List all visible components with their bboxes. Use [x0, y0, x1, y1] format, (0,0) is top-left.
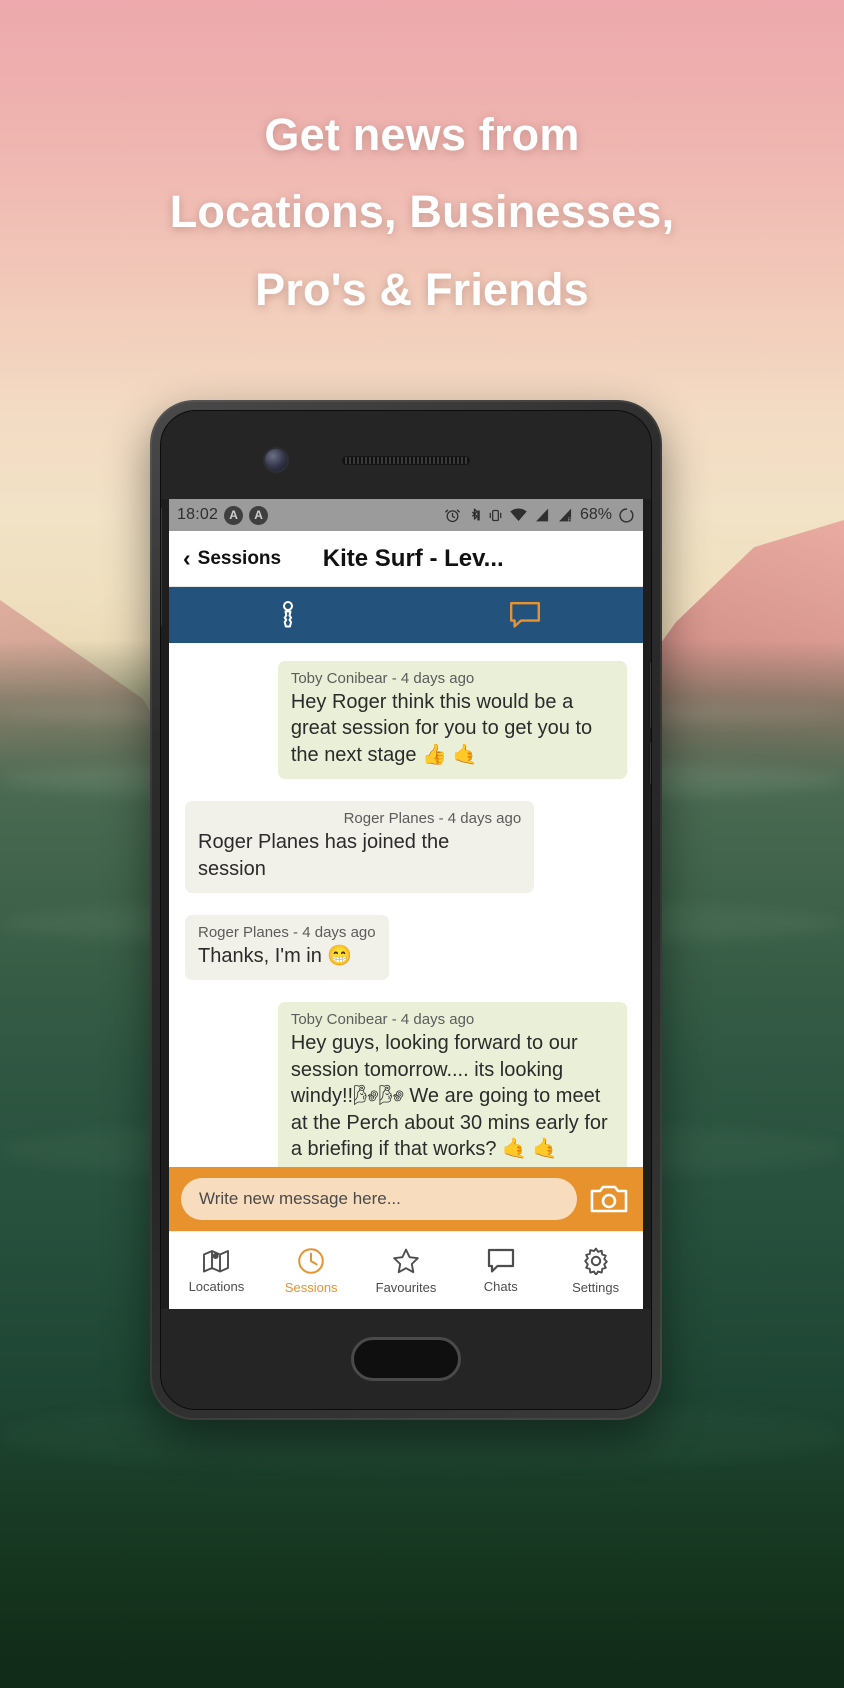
message-meta: Toby Conibear - 4 days ago [290, 670, 475, 687]
headline: Get news from Locations, Businesses, Pro… [0, 96, 844, 328]
signal-icon [536, 508, 549, 522]
tab-chat[interactable] [406, 587, 643, 643]
front-camera-icon [265, 449, 287, 471]
status-icons: R 68% [444, 506, 635, 524]
chat-message: Roger Planes - 4 days ago Thanks, I'm in… [185, 914, 627, 981]
message-bubble[interactable]: Roger Planes - 4 days ago Thanks, I'm in… [185, 914, 389, 981]
wifi-icon [510, 508, 527, 521]
back-button[interactable]: ‹ Sessions [169, 547, 281, 570]
volume-button[interactable] [650, 661, 651, 729]
headline-line-2: Locations, Businesses, [169, 186, 675, 238]
message-input[interactable]: Write new message here... [181, 1178, 577, 1220]
gear-icon [583, 1247, 608, 1275]
camera-icon [590, 1185, 628, 1213]
svg-text:R: R [568, 517, 572, 523]
headline-line-1: Get news from [264, 109, 580, 160]
message-bubble[interactable]: Toby Conibear - 4 days ago Hey guys, loo… [277, 1002, 627, 1167]
app-header: ‹ Sessions Kite Surf - Lev... [169, 531, 643, 587]
chat-message: Roger Planes - 4 days ago Roger Planes h… [185, 801, 627, 893]
message-input-placeholder: Write new message here... [199, 1189, 401, 1208]
section-tab-bar [169, 587, 643, 643]
status-time: 18:02 [177, 506, 219, 523]
message-meta: Toby Conibear - 4 days ago [290, 1011, 475, 1029]
phone-mockup: 18:02 A A R 68% ‹ Sessions Kite Surf - L… [150, 400, 662, 1420]
message-body: Hey Roger think this would be a great se… [290, 691, 593, 766]
message-body: Hey guys, looking forward to our session… [290, 1032, 608, 1160]
chat-bubble-icon [509, 602, 540, 628]
app-notification-badge: A [224, 505, 244, 525]
phone-body: 18:02 A A R 68% ‹ Sessions Kite Surf - L… [160, 410, 652, 1410]
tab-session-info[interactable] [169, 587, 406, 643]
bluetooth-icon [471, 507, 480, 520]
alarm-icon [445, 509, 460, 522]
chat-message-list[interactable]: Toby Conibear - 4 days ago Hey Roger thi… [169, 643, 643, 1167]
nav-item-settings[interactable]: Settings [548, 1247, 643, 1295]
session-info-icon [282, 601, 293, 628]
nav-item-chats[interactable]: Chats [453, 1248, 548, 1294]
message-bubble[interactable]: Toby Conibear - 4 days ago Hey Roger thi… [277, 661, 627, 780]
nav-item-sessions[interactable]: Sessions [264, 1247, 359, 1295]
message-meta: Roger Planes - 4 days ago [343, 810, 522, 828]
message-composer: Write new message here... [169, 1167, 643, 1231]
chat-icon [487, 1248, 514, 1272]
side-button-left[interactable] [161, 507, 162, 627]
phone-bottom-bezel [161, 1309, 651, 1409]
battery-percent: 68% [579, 506, 612, 523]
vibrate-icon [489, 509, 502, 521]
app-notification-badge: A [249, 505, 269, 525]
power-button[interactable] [650, 741, 651, 785]
nav-label: Chats [483, 1278, 518, 1294]
map-icon [203, 1249, 230, 1272]
phone-screen: 18:02 A A R 68% ‹ Sessions Kite Surf - L… [169, 499, 643, 1309]
back-button-label: Sessions [197, 547, 282, 569]
nav-item-favourites[interactable]: Favourites [359, 1247, 454, 1295]
home-button[interactable] [351, 1337, 461, 1381]
star-icon [393, 1248, 419, 1273]
page-title: Kite Surf - Lev... [322, 544, 504, 572]
chevron-left-icon: ‹ [183, 545, 191, 571]
nav-label: Locations [188, 1278, 245, 1294]
earpiece-speaker [342, 456, 470, 465]
message-body: Roger Planes has joined the session [198, 831, 450, 880]
message-meta: Roger Planes - 4 days ago [198, 923, 376, 941]
nav-label: Sessions [284, 1279, 338, 1295]
nav-label: Settings [572, 1279, 620, 1295]
battery-circle-icon [619, 507, 634, 523]
message-body: Thanks, I'm in 😁 [198, 944, 353, 967]
phone-top-bezel [161, 411, 651, 499]
signal-roaming-icon: R [559, 508, 572, 523]
chat-message: Toby Conibear - 4 days ago Hey guys, loo… [185, 1002, 627, 1167]
bottom-navigation: Locations Sessions Favourites Chats Sett… [169, 1231, 643, 1309]
chat-message: Toby Conibear - 4 days ago Hey Roger thi… [185, 661, 627, 780]
nav-item-locations[interactable]: Locations [169, 1248, 264, 1294]
headline-line-3: Pro's & Friends [255, 263, 589, 315]
camera-button[interactable] [587, 1183, 631, 1215]
nav-label: Favourites [375, 1279, 437, 1295]
message-bubble[interactable]: Roger Planes - 4 days ago Roger Planes h… [185, 801, 535, 893]
status-bar: 18:02 A A R 68% [169, 499, 643, 531]
clock-icon [298, 1247, 324, 1274]
